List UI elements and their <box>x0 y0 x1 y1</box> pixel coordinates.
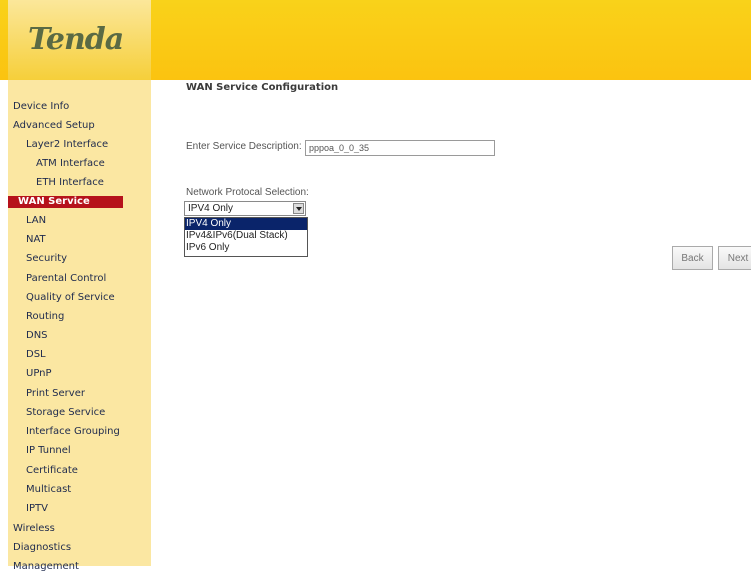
protocol-dropdown-list: IPV4 Only IPv4&IPv6(Dual Stack) IPv6 Onl… <box>184 217 308 257</box>
sidebar-item-wan-service[interactable]: WAN Service <box>8 196 123 208</box>
sidebar-item-parental-control[interactable]: Parental Control <box>26 270 106 287</box>
protocol-selection-label: Network Protocal Selection: <box>186 187 309 198</box>
chevron-down-icon[interactable] <box>293 203 304 214</box>
sidebar-item-diagnostics[interactable]: Diagnostics <box>13 539 71 556</box>
next-button[interactable]: Next <box>718 246 751 270</box>
service-description-input[interactable] <box>305 140 495 156</box>
sidebar-item-routing[interactable]: Routing <box>26 308 64 325</box>
sidebar-item-quality-of-service[interactable]: Quality of Service <box>26 289 115 306</box>
sidebar-item-nat[interactable]: NAT <box>26 231 46 248</box>
sidebar-item-layer2-interface[interactable]: Layer2 Interface <box>26 136 108 153</box>
sidebar: Device Info Advanced Setup Layer2 Interfac… <box>8 80 151 572</box>
sidebar-item-lan[interactable]: LAN <box>26 212 46 229</box>
service-description-label: Enter Service Description: <box>186 141 302 152</box>
page-title: WAN Service Configuration <box>186 82 339 93</box>
logo-area: Tenda <box>8 0 151 80</box>
sidebar-item-security[interactable]: Security <box>26 250 67 267</box>
protocol-select-value: IPV4 Only <box>188 203 234 214</box>
sidebar-item-atm-interface[interactable]: ATM Interface <box>36 155 105 172</box>
protocol-option-dual-stack[interactable]: IPv4&IPv6(Dual Stack) <box>185 230 307 242</box>
sidebar-item-print-server[interactable]: Print Server <box>26 385 85 402</box>
sidebar-item-certificate[interactable]: Certificate <box>26 462 78 479</box>
tenda-logo: Tenda <box>28 22 124 57</box>
sidebar-item-device-info[interactable]: Device Info <box>13 98 69 115</box>
sidebar-item-dns[interactable]: DNS <box>26 327 48 344</box>
sidebar-item-upnp[interactable]: UPnP <box>26 365 52 382</box>
back-button[interactable]: Back <box>672 246 713 270</box>
sidebar-item-wireless[interactable]: Wireless <box>13 520 55 537</box>
sidebar-item-eth-interface[interactable]: ETH Interface <box>36 174 104 191</box>
protocol-option-ipv6-only[interactable]: IPv6 Only <box>185 242 307 254</box>
sidebar-item-ip-tunnel[interactable]: IP Tunnel <box>26 442 71 459</box>
sidebar-item-interface-grouping[interactable]: Interface Grouping <box>26 423 120 440</box>
sidebar-item-dsl[interactable]: DSL <box>26 346 46 363</box>
sidebar-item-advanced-setup[interactable]: Advanced Setup <box>13 117 95 134</box>
sidebar-item-multicast[interactable]: Multicast <box>26 481 71 498</box>
sidebar-item-management[interactable]: Management <box>13 558 79 575</box>
protocol-option-ipv4-only[interactable]: IPV4 Only <box>185 218 307 230</box>
sidebar-item-iptv[interactable]: IPTV <box>26 500 48 517</box>
sidebar-item-storage-service[interactable]: Storage Service <box>26 404 105 421</box>
protocol-select[interactable]: IPV4 Only <box>184 201 306 216</box>
